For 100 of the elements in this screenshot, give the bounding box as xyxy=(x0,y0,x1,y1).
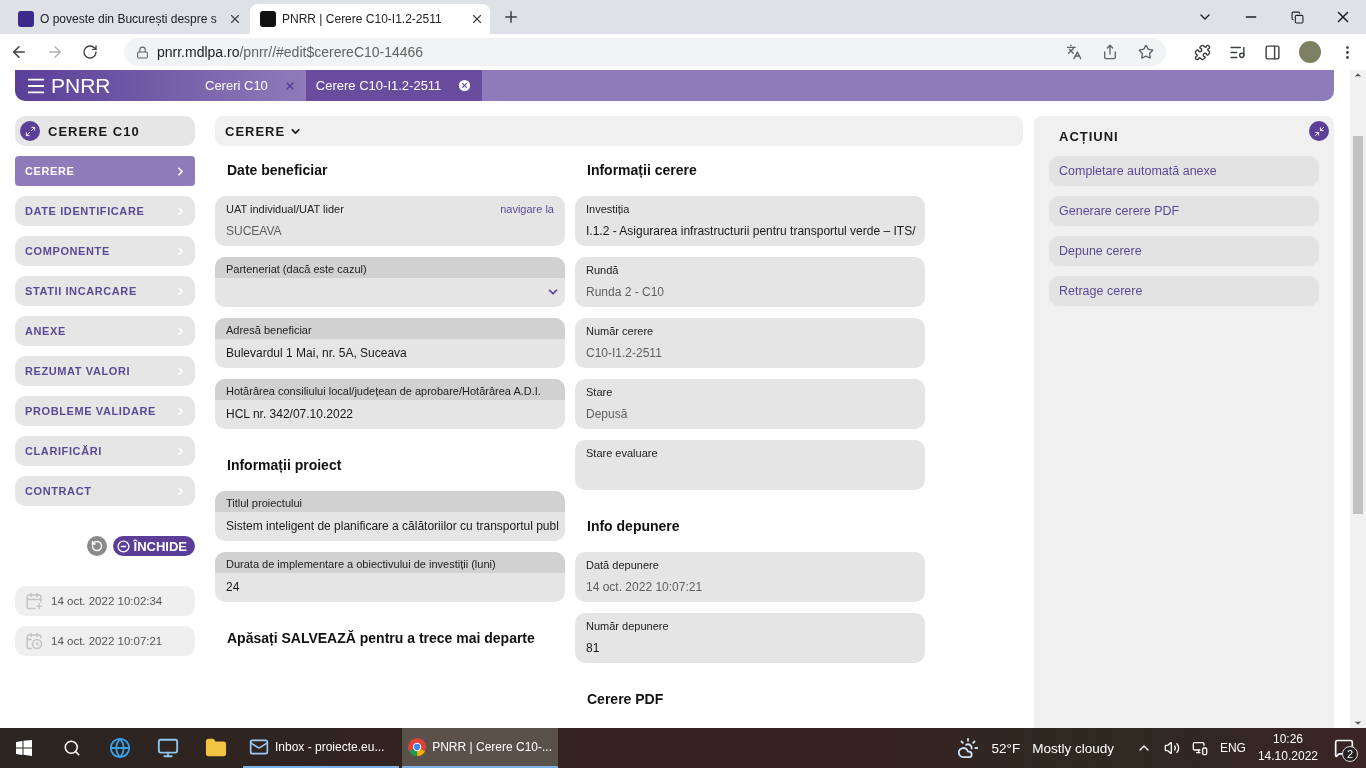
field-label: Dată depunere xyxy=(586,559,659,571)
nav-item[interactable]: COMPONENTE xyxy=(15,236,195,266)
browser-tab[interactable]: PNRR | Cerere C10-I1.2-2511 xyxy=(250,4,490,34)
close-icon[interactable] xyxy=(228,12,242,26)
url-path: /pnrr//#edit$cerereC10-14466 xyxy=(239,44,424,60)
clock-time: 10:26 xyxy=(1272,731,1303,748)
folder-icon[interactable] xyxy=(205,737,227,759)
field-label: Adresă beneficiar xyxy=(226,324,312,336)
globe-icon[interactable] xyxy=(109,737,131,759)
field-label: Titlul proiectului xyxy=(226,497,302,509)
form-field[interactable]: Titlul proiectului Sistem inteligent de planificare a călătoriilor cu transportul publ xyxy=(215,491,565,541)
weather-icon[interactable] xyxy=(957,737,980,759)
field-value: Runda 2 - C10 xyxy=(586,285,665,299)
weather-text: Mostly cloudy xyxy=(1032,740,1114,756)
field-label: Număr cerere xyxy=(586,325,654,337)
reload-icon[interactable] xyxy=(82,44,98,60)
share-icon[interactable] xyxy=(1102,44,1118,60)
scrollbar-thumb[interactable] xyxy=(1353,136,1363,514)
collapse-icon[interactable] xyxy=(1309,121,1329,141)
field-label: Rundă xyxy=(586,264,619,276)
app-tab[interactable]: Cerere C10-I1.2-2511 xyxy=(305,70,483,101)
app-logo: PNRR xyxy=(51,73,111,98)
language-indicator[interactable]: ENG xyxy=(1219,741,1246,755)
bookmark-star-icon[interactable] xyxy=(1138,44,1154,60)
favicon-icon xyxy=(260,11,276,27)
app-tab[interactable]: Cereri C10 xyxy=(195,70,306,101)
mail-icon xyxy=(249,737,269,757)
section-heading: Date beneficiar xyxy=(226,161,329,180)
nav-item[interactable]: CERERE xyxy=(15,156,195,186)
url-host: pnrr.mdlpa.ro xyxy=(157,44,240,60)
nav-item[interactable]: PROBLEME VALIDARE xyxy=(15,396,195,426)
address-bar[interactable]: pnrr.mdlpa.ro/pnrr//#edit$cerereC10-14466 xyxy=(124,38,1166,66)
expand-icon[interactable] xyxy=(20,121,40,141)
sidebar-title-text: CERERE C10 xyxy=(48,123,140,139)
translate-icon[interactable] xyxy=(1066,44,1082,60)
action-button[interactable]: Depune cerere xyxy=(1049,236,1319,266)
new-tab-icon[interactable] xyxy=(502,8,520,26)
field-label: Parteneriat (dacă este cazul) xyxy=(226,263,367,275)
form-header[interactable]: CERERE xyxy=(215,116,1023,146)
field-label: UAT individual/UAT lider xyxy=(226,203,344,215)
action-button[interactable]: Completare automată anexe xyxy=(1049,156,1319,186)
field-label: Număr depunere xyxy=(586,620,669,632)
field-label: Stare xyxy=(586,386,613,398)
volume-icon[interactable] xyxy=(1163,740,1180,756)
form-field[interactable]: Adresă beneficiar Bulevardul 1 Mai, nr. 5A, Suceava xyxy=(215,318,565,368)
clock[interactable]: 10:26 14.10.2022 xyxy=(1257,731,1318,765)
nav-item[interactable]: DATE IDENTIFICARE xyxy=(15,196,195,226)
nav-item[interactable]: CONTRACT xyxy=(15,476,195,506)
computer-icon[interactable] xyxy=(157,737,179,759)
back-icon[interactable] xyxy=(10,43,28,61)
field-label: Durata de implementare a obiectivului de investiții (luni) xyxy=(226,558,496,570)
field-label: Stare evaluare xyxy=(586,447,658,459)
scroll-down-icon[interactable] xyxy=(1353,718,1363,728)
field-value: HCL nr. 342/07.10.2022 xyxy=(226,406,353,421)
minus-circle-icon xyxy=(116,539,130,553)
field-value: Depusă xyxy=(586,407,628,421)
scrollbar[interactable] xyxy=(1350,70,1366,728)
section-heading: Informații proiect xyxy=(226,456,343,475)
action-button[interactable]: Generare cerere PDF xyxy=(1049,196,1319,226)
lock-icon xyxy=(136,45,149,59)
scroll-up-icon[interactable] xyxy=(1353,70,1363,80)
nav-item[interactable]: CLARIFICĂRI xyxy=(15,436,195,466)
nav-item[interactable]: STATII INCARCARE xyxy=(15,276,195,306)
field-value: C10-I1.2-2511 xyxy=(586,346,662,360)
form-field[interactable]: Hotărârea consiliului local/județean de aprobare/Hotărârea A.D.I. HCL nr. 342/07.10.2022 xyxy=(215,379,565,429)
form-title: CERERE xyxy=(225,123,286,139)
refresh-icon[interactable] xyxy=(86,536,107,556)
close-icon[interactable] xyxy=(457,78,473,93)
section-heading: Cerere PDF xyxy=(586,690,665,709)
search-icon[interactable] xyxy=(63,739,81,757)
section-heading: Informații cerere xyxy=(586,161,698,180)
timestamp: 14 oct. 2022 10:02:34 xyxy=(51,595,163,607)
taskbar-app[interactable]: PNRR | Cerere C10-... xyxy=(402,728,558,768)
close-button[interactable]: ÎNCHIDE xyxy=(112,536,195,556)
browser-logo-icon xyxy=(408,736,427,758)
field-value: I.1.2 - Asigurarea infrastructurii pentru transportul verde – ITS/ xyxy=(586,224,916,238)
browser-tab[interactable]: O poveste din București despre s xyxy=(8,4,248,34)
navigate-link[interactable]: navigare la xyxy=(500,203,554,215)
nav-item[interactable]: REZUMAT VALORI xyxy=(15,356,195,386)
action-button[interactable]: Retrage cerere xyxy=(1049,276,1319,306)
field-value: Sistem inteligent de planificare a călătoriilor cu transportul publ xyxy=(226,518,559,533)
field-value: 24 xyxy=(226,579,240,594)
taskbar-app[interactable]: Inbox - proiecte.eu... xyxy=(243,728,399,768)
field-value: 81 xyxy=(586,641,600,655)
clock-date: 14.10.2022 xyxy=(1257,748,1318,765)
nav-item[interactable]: ANEXE xyxy=(15,316,195,346)
profile-avatar[interactable] xyxy=(1299,41,1321,63)
side-panel-icon[interactable] xyxy=(1264,43,1281,61)
section-heading: Apăsați SALVEAZĂ pentru a trece mai departe xyxy=(226,629,536,648)
extensions-icon[interactable] xyxy=(1194,43,1211,61)
favicon-icon xyxy=(18,11,34,27)
restore-icon[interactable] xyxy=(1290,10,1304,24)
close-icon[interactable] xyxy=(470,12,484,26)
dropdown-field[interactable]: Parteneriat (dacă este cazul) xyxy=(215,257,565,307)
calendar-clock-icon xyxy=(25,632,43,650)
field-label: Hotărârea consiliului local/județean de aprobare/Hotărârea A.D.I. xyxy=(226,385,541,397)
windows-logo-icon[interactable] xyxy=(16,740,32,756)
actions-title: ACȚIUNI xyxy=(1058,128,1120,146)
temperature: 52°F xyxy=(991,740,1021,756)
form-field[interactable]: Durata de implementare a obiectivului de investiții (luni) 24 xyxy=(215,552,565,602)
